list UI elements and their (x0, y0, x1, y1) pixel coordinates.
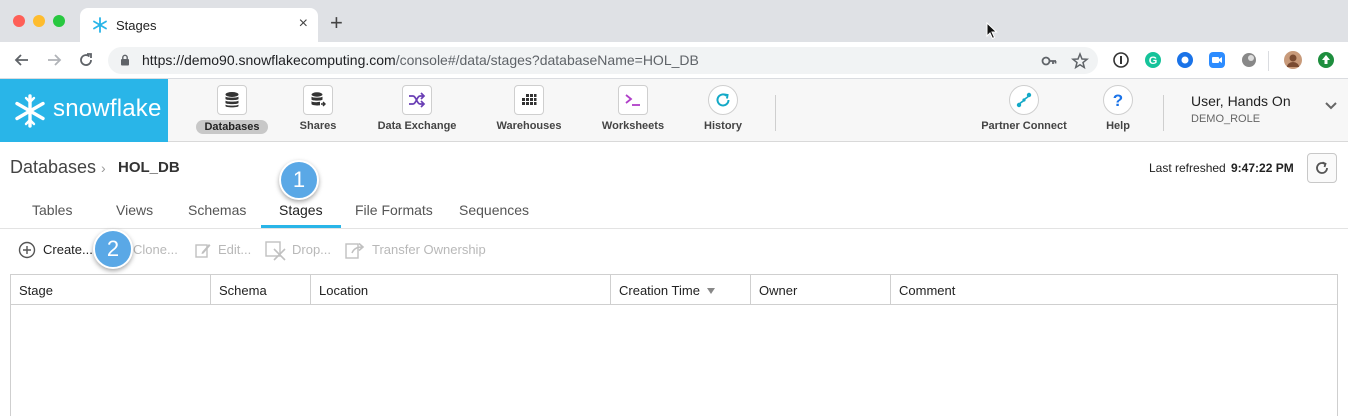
close-tab-icon[interactable]: × (299, 15, 308, 33)
profile-avatar-icon[interactable] (1284, 51, 1302, 69)
nav-label: Shares (299, 120, 337, 132)
tab-views[interactable]: Views (116, 202, 153, 218)
snowflake-logo-icon (15, 94, 45, 128)
app-header: snowflake Databases Shares Data Exchange… (0, 79, 1348, 142)
warehouses-icon (514, 85, 544, 115)
nav-help[interactable]: ? Help (1100, 85, 1136, 132)
stages-table-body (10, 305, 1338, 416)
nav-label: Worksheets (601, 120, 665, 132)
minimize-window-button[interactable] (33, 15, 45, 27)
plus-circle-icon[interactable] (18, 241, 36, 259)
header-divider (1163, 95, 1164, 131)
data-exchange-icon (402, 85, 432, 115)
tab-tables[interactable]: Tables (32, 202, 72, 218)
grey-circle-extension-icon[interactable] (1240, 51, 1258, 69)
sort-descending-icon (706, 288, 715, 294)
zoom-extension-icon[interactable] (1208, 51, 1226, 69)
new-tab-button[interactable]: + (330, 12, 343, 34)
stages-table-header: Stage Schema Location Creation Time Owne… (10, 274, 1338, 305)
last-refreshed-time: 9:47:22 PM (1231, 161, 1294, 175)
nav-label: History (704, 120, 742, 132)
nav-worksheets[interactable]: Worksheets (598, 85, 668, 132)
nav-label: Warehouses (496, 120, 562, 132)
drop-icon (265, 241, 286, 261)
last-refreshed-label: Last refreshed (1149, 161, 1226, 175)
help-icon: ? (1103, 85, 1133, 115)
logo-text: snowflake (53, 95, 162, 122)
user-name: User, Hands On (1191, 93, 1291, 109)
nav-warehouses[interactable]: Warehouses (494, 85, 564, 132)
edit-button[interactable]: Edit... (218, 242, 251, 257)
partner-connect-icon (1009, 85, 1039, 115)
circle-extension-icon[interactable] (1176, 51, 1194, 69)
maximize-window-button[interactable] (53, 15, 65, 27)
clone-button[interactable]: Clone... (133, 242, 178, 257)
key-icon[interactable] (1040, 52, 1058, 70)
nav-partner-connect[interactable]: Partner Connect (980, 85, 1068, 132)
bookmark-star-icon[interactable] (1071, 52, 1089, 70)
column-owner[interactable]: Owner (751, 275, 891, 304)
nav-label: Databases (196, 120, 268, 134)
update-extension-icon[interactable] (1317, 51, 1335, 69)
column-schema[interactable]: Schema (211, 275, 311, 304)
browser-tabstrip: Stages × + (0, 0, 1348, 42)
step-badge-2: 2 (93, 229, 133, 269)
step-badge-1: 1 (279, 160, 319, 200)
create-button[interactable]: Create... (43, 242, 93, 257)
close-window-button[interactable] (13, 15, 25, 27)
breadcrumb-database-name: HOL_DB (118, 159, 180, 176)
snowflake-logo[interactable]: snowflake (0, 79, 168, 142)
breadcrumb-databases[interactable]: Databases (10, 157, 96, 178)
nav-history[interactable]: History (700, 85, 746, 132)
reload-icon[interactable] (77, 51, 95, 69)
column-comment[interactable]: Comment (891, 275, 1337, 304)
database-icon (217, 85, 247, 115)
grammarly-extension-icon[interactable]: G (1144, 51, 1162, 69)
tab-schemas[interactable]: Schemas (188, 202, 246, 218)
lock-icon (121, 54, 129, 66)
edit-icon (195, 244, 211, 258)
toolbar-divider (1268, 51, 1269, 71)
browser-toolbar: https://demo90.snowflakecomputing.com/co… (0, 42, 1348, 79)
nav-label: Data Exchange (377, 120, 457, 132)
shares-icon (303, 85, 333, 115)
tab-stages[interactable]: Stages (279, 202, 323, 218)
tab-sequences[interactable]: Sequences (459, 202, 529, 218)
nav-databases[interactable]: Databases (196, 85, 268, 134)
breadcrumb-separator-icon: › (101, 160, 106, 176)
refresh-icon (1316, 161, 1328, 174)
back-arrow-icon[interactable] (13, 51, 31, 69)
chevron-down-icon[interactable] (1324, 101, 1338, 111)
tab-file-formats[interactable]: File Formats (355, 202, 433, 218)
header-divider (775, 95, 776, 131)
drop-button[interactable]: Drop... (292, 242, 331, 257)
nav-label: Partner Connect (981, 120, 1067, 132)
column-stage[interactable]: Stage (11, 275, 211, 304)
user-role: DEMO_ROLE (1191, 113, 1261, 125)
refresh-button[interactable] (1307, 153, 1337, 183)
browser-tab-title: Stages (116, 18, 157, 33)
nav-shares[interactable]: Shares (288, 85, 348, 132)
transfer-ownership-button[interactable]: Transfer Ownership (372, 242, 486, 257)
mouse-cursor-icon (986, 22, 998, 40)
history-icon (708, 85, 738, 115)
svg-text:?: ? (1113, 91, 1123, 109)
worksheets-icon (618, 85, 648, 115)
forward-arrow-icon[interactable] (45, 51, 63, 69)
browser-tab-stages[interactable]: Stages × (80, 8, 318, 42)
tabs-divider (0, 228, 1348, 229)
password-extension-icon[interactable] (1112, 51, 1130, 69)
column-creation-time-label: Creation Time (619, 283, 700, 298)
nav-data-exchange[interactable]: Data Exchange (372, 85, 462, 132)
url-text: https://demo90.snowflakecomputing.com/co… (142, 52, 699, 68)
column-location[interactable]: Location (311, 275, 611, 304)
nav-label: Help (1106, 120, 1130, 132)
column-creation-time[interactable]: Creation Time (611, 275, 751, 304)
svg-text:G: G (1149, 55, 1158, 67)
transfer-ownership-icon (345, 242, 365, 259)
snowflake-favicon-icon (93, 17, 107, 33)
address-bar[interactable]: https://demo90.snowflakecomputing.com/co… (108, 47, 1098, 74)
